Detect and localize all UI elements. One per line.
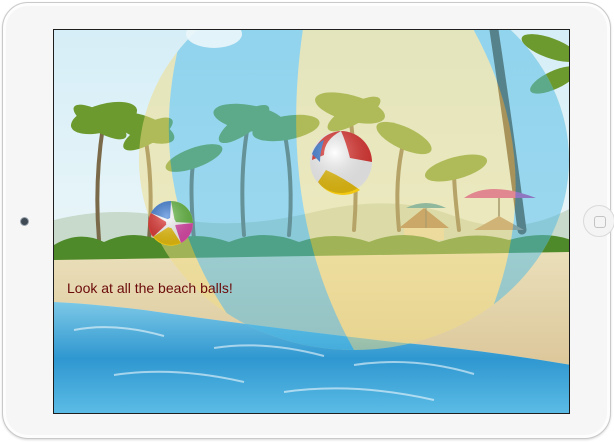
home-button[interactable] [583, 205, 614, 237]
beach-ball-small-left[interactable] [148, 200, 194, 246]
beach-scene [54, 30, 569, 413]
app-screen [53, 29, 570, 414]
front-camera-icon [21, 218, 28, 225]
screen-message: Look at all the beach balls! [67, 280, 233, 296]
